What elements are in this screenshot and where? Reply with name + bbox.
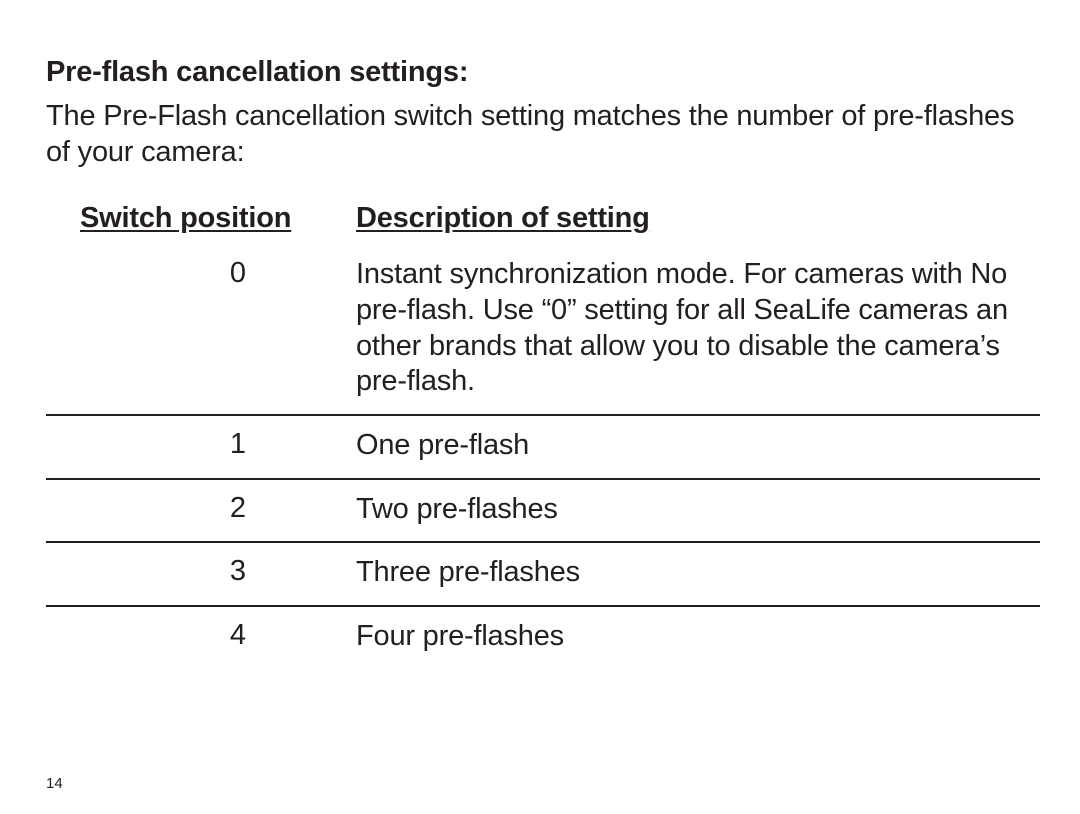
cell-switch-position: 1 [46, 428, 356, 461]
section-intro-text: The Pre-Flash cancellation switch settin… [46, 99, 1040, 170]
table-row: 2 Two pre-flashes [46, 480, 1040, 544]
table-row: 4 Four pre-flashes [46, 607, 1040, 669]
cell-switch-position: 3 [46, 555, 356, 588]
cell-description: One pre-flash [356, 428, 1040, 464]
cell-switch-position: 4 [46, 619, 356, 652]
cell-switch-position: 0 [46, 257, 356, 290]
table-row: 1 One pre-flash [46, 416, 1040, 480]
cell-description: Three pre-flashes [356, 555, 1040, 591]
cell-description: Two pre-flashes [356, 492, 1040, 528]
cell-switch-position: 2 [46, 492, 356, 525]
table-row: 3 Three pre-flashes [46, 543, 1040, 607]
column-header-description: Description of setting [356, 202, 1040, 235]
table-row: 0 Instant synchronization mode. For came… [46, 245, 1040, 416]
cell-description: Instant synchronization mode. For camera… [356, 257, 1040, 400]
column-header-switch-position: Switch position [46, 202, 356, 235]
section-heading: Pre-flash cancellation settings: [46, 56, 1040, 89]
manual-page: Pre-flash cancellation settings: The Pre… [0, 0, 1080, 814]
page-number: 14 [46, 775, 63, 792]
cell-description: Four pre-flashes [356, 619, 1040, 655]
settings-table: Switch position Description of setting 0… [46, 202, 1040, 668]
table-header-row: Switch position Description of setting [46, 202, 1040, 235]
